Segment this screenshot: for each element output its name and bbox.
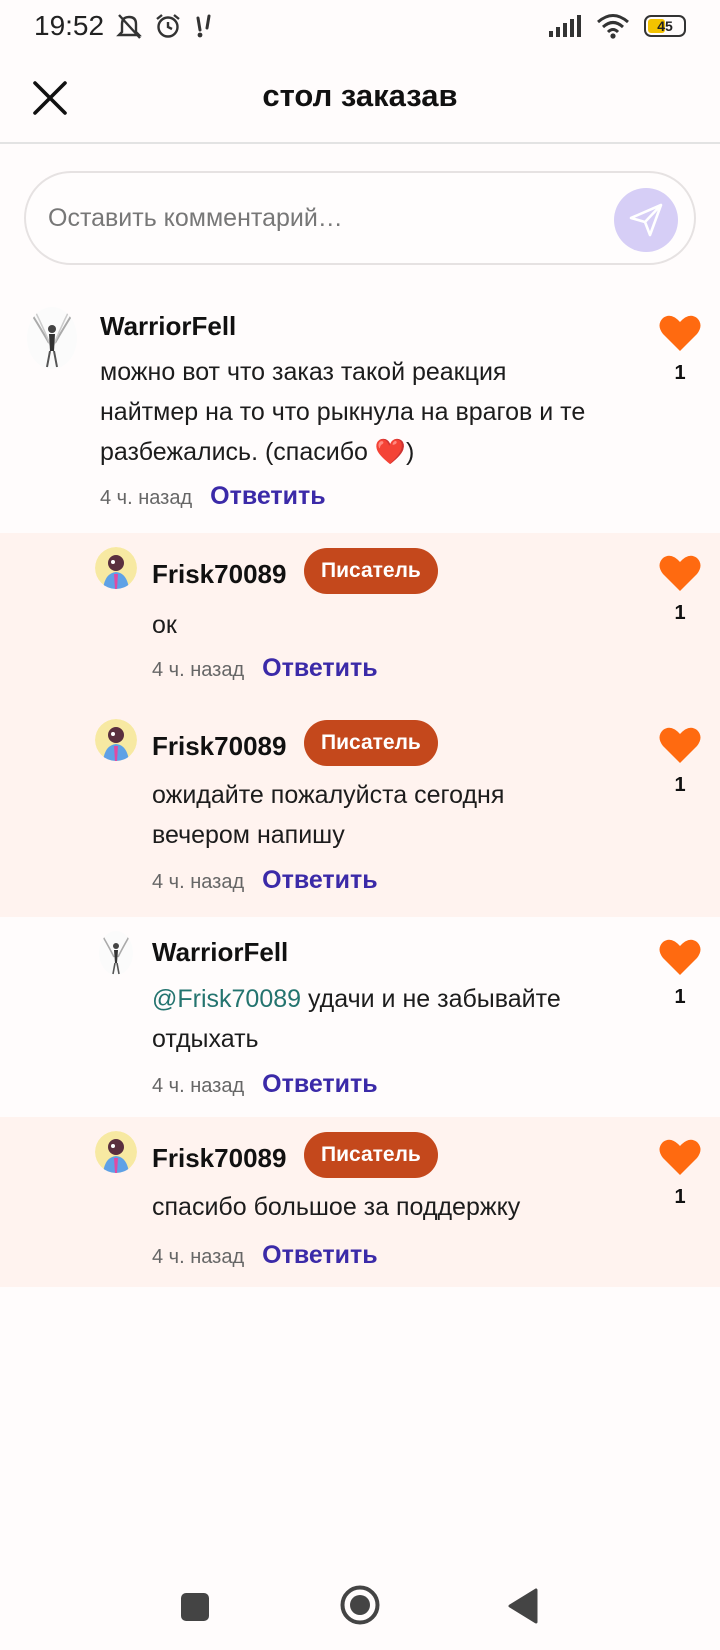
heart-icon <box>659 315 701 351</box>
comment-meta: 4 ч. назад Ответить <box>152 1070 378 1099</box>
header: стол заказав <box>0 52 720 144</box>
avatar[interactable] <box>95 547 137 589</box>
like-button[interactable]: 1 <box>658 937 702 1009</box>
system-nav-bar <box>0 1570 720 1650</box>
like-count: 1 <box>674 986 686 1008</box>
reply-comment: Frisk70089 Писатель ок 4 ч. назад Ответи… <box>0 533 720 705</box>
status-icons-left <box>114 12 216 40</box>
like-button[interactable]: 1 <box>658 313 702 385</box>
reply-button[interactable]: Ответить <box>262 866 378 895</box>
like-button[interactable]: 1 <box>658 725 702 797</box>
signal-icon <box>549 15 581 37</box>
heart-icon <box>659 1139 701 1175</box>
comment-time: 4 ч. назад <box>152 1246 245 1268</box>
mention-link[interactable]: @Frisk70089 <box>152 985 301 1013</box>
battery-level: 45 <box>657 18 673 34</box>
comment-meta: 4 ч. назад Ответить <box>152 654 378 683</box>
comment-input-container <box>24 171 696 265</box>
reply-button[interactable]: Ответить <box>210 482 326 511</box>
like-button[interactable]: 1 <box>658 1137 702 1209</box>
avatar[interactable] <box>95 1131 137 1173</box>
like-button[interactable]: 1 <box>658 553 702 625</box>
author-name[interactable]: WarriorFell <box>100 311 236 342</box>
comment-text: можно вот что заказ такой реакция найтме… <box>100 358 586 466</box>
comment-meta: 4 ч. назад Ответить <box>152 866 378 895</box>
comment-time: 4 ч. назад <box>152 871 245 893</box>
author-name[interactable]: Frisk70089 <box>152 559 286 590</box>
comment-text: спасибо большое за поддержку <box>152 1193 521 1221</box>
comment-text: ок <box>152 611 177 639</box>
comment-time: 4 ч. назад <box>100 487 193 509</box>
writer-badge: Писатель <box>304 548 438 594</box>
comment-text: @Frisk70089 удачи и не забывайте отдыхат… <box>152 979 592 1059</box>
comment-time: 4 ч. назад <box>152 1075 245 1097</box>
status-bar: 19:52 45 <box>0 0 720 52</box>
like-count: 1 <box>674 774 686 796</box>
status-time: 19:52 <box>34 10 105 41</box>
author-name[interactable]: WarriorFell <box>152 937 288 968</box>
recents-button[interactable] <box>178 1590 212 1624</box>
comment-text: ожидайте пожалуйста сегодня вечером напи… <box>152 781 505 849</box>
comment-meta: 4 ч. назад Ответить <box>100 482 326 511</box>
back-button[interactable] <box>506 1587 540 1625</box>
avatar[interactable] <box>95 719 137 761</box>
comment-time: 4 ч. назад <box>152 659 245 681</box>
author-name[interactable]: Frisk70089 <box>152 1143 286 1174</box>
comment: WarriorFell можно вот что заказ такой ре… <box>0 285 720 533</box>
writer-badge: Писатель <box>304 720 438 766</box>
author-name[interactable]: Frisk70089 <box>152 731 286 762</box>
writer-badge: Писатель <box>304 1132 438 1178</box>
send-button[interactable] <box>614 188 678 252</box>
reply-comment: WarriorFell @Frisk70089 удачи и не забыв… <box>0 917 720 1117</box>
like-count: 1 <box>674 602 686 624</box>
alarm-icon <box>156 14 180 38</box>
heart-icon <box>659 727 701 763</box>
send-icon <box>629 203 663 237</box>
page-title: стол заказав <box>262 78 458 113</box>
home-button[interactable] <box>339 1584 381 1626</box>
notification-icon <box>196 14 211 38</box>
status-icons-right: 45 <box>548 13 686 39</box>
mute-icon <box>116 14 142 39</box>
comment-input[interactable] <box>48 173 608 263</box>
avatar[interactable] <box>27 307 77 369</box>
battery-icon: 45 <box>644 15 686 37</box>
wifi-icon <box>597 14 629 39</box>
comment-meta: 4 ч. назад Ответить <box>152 1241 378 1270</box>
reply-button[interactable]: Ответить <box>262 654 378 683</box>
avatar[interactable] <box>99 931 133 975</box>
reply-button[interactable]: Ответить <box>262 1070 378 1099</box>
like-count: 1 <box>674 1186 686 1208</box>
like-count: 1 <box>674 362 686 384</box>
reply-button[interactable]: Ответить <box>262 1241 378 1270</box>
heart-icon <box>659 555 701 591</box>
heart-icon <box>659 939 701 975</box>
reply-comment: Frisk70089 Писатель ожидайте пожалуйста … <box>0 705 720 917</box>
reply-comment: Frisk70089 Писатель спасибо большое за п… <box>0 1117 720 1287</box>
